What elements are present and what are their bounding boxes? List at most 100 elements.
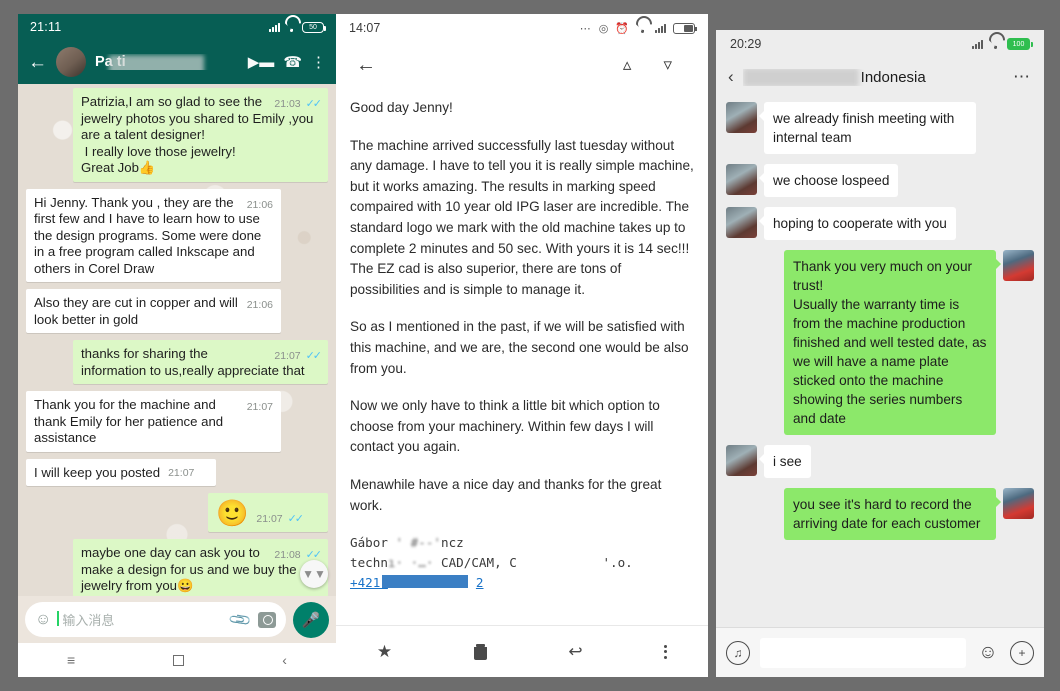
chevron-double-down-icon[interactable]: ▼▼	[300, 560, 328, 588]
contact-name[interactable]: Pa ti	[95, 54, 239, 70]
rightchat-message-list[interactable]: we already finish meeting with internal …	[716, 96, 1044, 627]
message-bubble[interactable]: i see	[759, 445, 811, 478]
email-signature: Gábor ' #--'ncz technı· ·…· CAD/CAM, C '…	[350, 533, 694, 593]
message-bubble[interactable]: Thank you very much on your trust! Usual…	[784, 250, 1001, 435]
signature-role-redacted: ı· ·…·	[387, 555, 434, 571]
back-arrow-icon[interactable]: ←	[28, 53, 47, 72]
overflow-menu-icon[interactable]: ⋯	[1013, 67, 1032, 87]
message-time: 21:07	[274, 350, 301, 362]
android-back-icon[interactable]: ‹	[282, 652, 287, 668]
avatar[interactable]	[726, 445, 757, 476]
message-text: Also they are cut in copper and will loo…	[34, 295, 238, 327]
email-paragraph-2: So as I mentioned in the past, if we wil…	[350, 319, 689, 376]
message-meta: 21:06	[246, 198, 273, 211]
message-text: I will keep you posted	[34, 464, 161, 480]
message-meta: 21:03 ✓✓	[274, 97, 322, 112]
phone-link[interactable]: +421- 2	[350, 573, 484, 593]
chevron-up-icon[interactable]: ▵	[607, 55, 648, 75]
message-input-field[interactable]	[760, 637, 966, 668]
message-time: 21:08	[274, 549, 301, 561]
plus-circle-icon[interactable]: +	[1010, 640, 1034, 665]
message-bubble[interactable]: we choose lospeed	[758, 164, 899, 197]
message-text: thanks for sharing the information to us…	[81, 346, 305, 378]
screenshot-stage: 21:11 50 ← Pa ti ▶▬ ☎ ⋮ 21:03	[0, 0, 1060, 691]
whatsapp-status-bar: 21:11 50	[18, 14, 336, 40]
email-action-bar: ★ ↩	[336, 625, 708, 677]
trash-icon[interactable]	[473, 643, 487, 660]
message-bubble[interactable]: 21:07 Thank you for the machine and than…	[26, 391, 281, 452]
back-arrow-icon[interactable]: ←	[356, 54, 376, 77]
battery-icon: 100	[1007, 38, 1033, 50]
message-bubble[interactable]: 21:07 ✓✓ thanks for sharing the informat…	[73, 340, 328, 384]
redaction-overlay	[109, 55, 204, 70]
signature-phone-line: +421- 2	[350, 573, 694, 593]
phone-call-icon[interactable]: ☎	[283, 53, 302, 71]
video-call-icon[interactable]: ▶▬	[248, 53, 275, 71]
emoji-smiley-icon[interactable]: ☺	[976, 641, 1000, 665]
chevron-down-icon[interactable]: ▿	[647, 55, 688, 75]
more-dots-icon: ⋯	[579, 22, 592, 35]
message-bubble[interactable]: 21:08 ✓✓ maybe one day can ask you to ma…	[73, 539, 328, 596]
message-time: 21:07	[256, 513, 283, 525]
phone-suffix: 2	[475, 575, 484, 591]
avatar[interactable]	[56, 47, 86, 77]
message-meta: 21:07	[246, 401, 273, 413]
signature-name-line: Gábor ' #--'ncz	[350, 533, 694, 553]
read-ticks-icon: ✓✓	[287, 513, 305, 525]
paperclip-icon[interactable]: 📎	[228, 607, 253, 632]
rightchat-panel: 20:29 100 ‹ Indonesia ⋯ we already finis…	[716, 30, 1044, 677]
message-bubble[interactable]: 21:06 Also they are cut in copper and wi…	[26, 289, 281, 333]
rightchat-title-text: Indonesia	[860, 68, 926, 86]
android-menu-icon[interactable]: ≡	[67, 652, 75, 668]
avatar[interactable]	[726, 102, 757, 133]
whatsapp-message-list[interactable]: 21:03 ✓✓ Patrizia,I am so glad to see th…	[18, 84, 336, 596]
email-status-bar: 14:07 ⋯ ◎ ⏰	[336, 14, 708, 42]
thumbs-up-emoji-icon: 👍	[138, 160, 156, 175]
message-bubble[interactable]: you see it's hard to record the arriving…	[784, 488, 1001, 540]
microphone-icon[interactable]: 🎤	[293, 601, 329, 638]
wifi-icon	[989, 39, 1001, 49]
rightchat-input-bar: ♫ ☺ +	[716, 627, 1044, 677]
wifi-icon	[285, 22, 297, 32]
signature-role-start: techn	[350, 555, 388, 571]
reply-arrow-icon[interactable]: ↩	[568, 642, 582, 662]
android-home-icon[interactable]	[173, 654, 185, 666]
avatar[interactable]	[1003, 250, 1034, 281]
message-row: we already finish meeting with internal …	[726, 102, 1034, 154]
message-row: hoping to cooperate with you	[726, 207, 1034, 240]
email-paragraph-1: The machine arrived successfully last tu…	[350, 137, 694, 297]
emoji-smiley-icon[interactable]: ☺	[35, 611, 51, 629]
message-bubble[interactable]: 21:03 ✓✓ Patrizia,I am so glad to see th…	[73, 88, 328, 182]
avatar[interactable]	[726, 164, 757, 195]
overflow-menu-icon[interactable]	[664, 644, 668, 659]
star-icon[interactable]: ★	[377, 642, 392, 662]
message-bubble[interactable]: 🙂 21:07 ✓✓	[208, 493, 328, 532]
redaction-overlay	[382, 575, 468, 589]
message-bubble[interactable]: 21:06 Hi Jenny. Thank you , they are the…	[26, 188, 281, 282]
message-bubble[interactable]: hoping to cooperate with you	[759, 207, 956, 240]
message-input-field[interactable]: ☺ 输入消息 📎	[25, 602, 286, 637]
message-bubble[interactable]: I will keep you posted 21:07	[26, 458, 216, 486]
signature-role-line: technı· ·…· CAD/CAM, C '.o.	[350, 553, 694, 573]
email-greeting: Good day Jenny!	[350, 100, 453, 115]
battery-icon	[673, 22, 697, 34]
avatar[interactable]	[726, 207, 757, 238]
status-time: 20:29	[730, 37, 762, 51]
overflow-menu-icon[interactable]: ⋮	[311, 53, 326, 71]
email-body[interactable]: Good day Jenny! The machine arrived succ…	[336, 88, 708, 625]
rightchat-status-bar: 20:29 100	[716, 30, 1044, 58]
signature-redacted-part: ' #--'	[395, 535, 442, 551]
signal-bars-icon	[269, 22, 280, 32]
message-bubble[interactable]: we already finish meeting with internal …	[759, 102, 976, 154]
avatar[interactable]	[1003, 488, 1034, 519]
voice-input-icon[interactable]: ♫	[726, 640, 750, 665]
rightchat-title: Indonesia	[742, 68, 1004, 86]
camera-icon[interactable]	[258, 611, 276, 628]
redaction-overlay	[742, 68, 859, 86]
read-ticks-icon: ✓✓	[305, 350, 323, 362]
signal-bars-icon	[655, 23, 666, 33]
message-meta: 21:07	[168, 467, 195, 479]
wifi-icon	[636, 23, 648, 33]
chevron-left-icon[interactable]: ‹	[728, 67, 734, 87]
grin-emoji-icon: 😀	[177, 578, 194, 593]
